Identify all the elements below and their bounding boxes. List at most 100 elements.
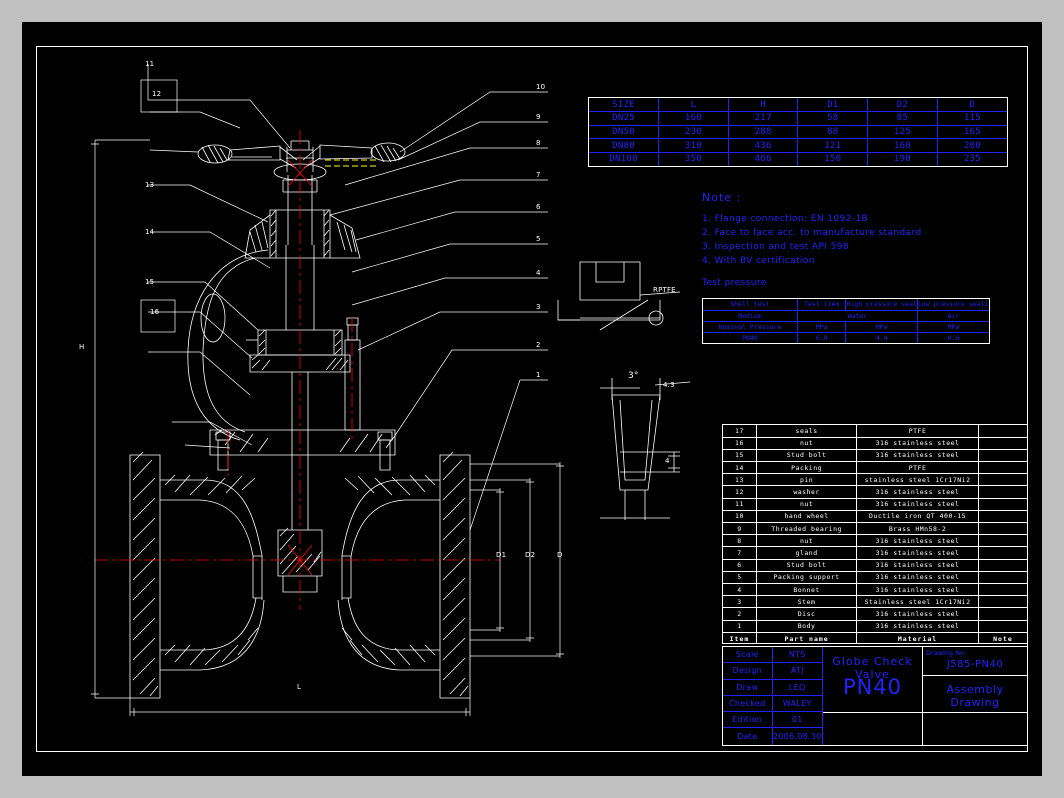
dimension-label-D: D: [557, 551, 563, 559]
size-table-cell: 58: [797, 111, 869, 126]
title-block: Scale NTS Design ATJ Draw LEQ Checked WALEY Edit…: [722, 646, 1028, 746]
parts-list-cell-mat: 316 stainless steel: [856, 497, 979, 511]
title-block-field-value: LEQ: [788, 682, 806, 692]
title-block-field-key: Edition: [723, 712, 773, 728]
parts-list-cell-item: 14: [723, 461, 757, 475]
seat-width-label: 4.3: [663, 381, 675, 389]
parts-list-cell-note: [977, 448, 1027, 463]
seat-material-label: RPTFE: [653, 286, 676, 294]
parts-list-cell-mat: 316 stainless steel: [856, 485, 979, 499]
callout-number-11: 11: [145, 60, 155, 68]
callout-number-10: 10: [536, 83, 546, 91]
test-pressure-cell: Air: [916, 309, 989, 322]
size-table-header-4: D2: [867, 98, 938, 113]
size-table-row: DN80 310 436 121 160 200: [589, 138, 1007, 153]
parts-list-cell-name: hand wheel: [755, 509, 858, 524]
parts-list-cell-name: nut: [755, 497, 858, 511]
title-block-field-key: Scale: [723, 647, 773, 663]
parts-list-cell-item: 17: [723, 425, 757, 438]
title-block-field-key: Date: [723, 728, 773, 745]
table-row: 12 washer 316 stainless steel: [723, 485, 1027, 499]
table-row: 2 Disc 316 stainless steel: [723, 607, 1027, 621]
size-table-cell: 160: [867, 138, 938, 153]
parts-list-cell-mat: Stainless steel 1Cr17Ni2: [856, 595, 979, 609]
dimension-label-L: L: [297, 683, 302, 691]
title-block-field-key: Design: [723, 663, 773, 679]
title-block-product: Globe Check Valve PN40: [823, 647, 923, 745]
notes-lines: 1. Flange connection: EN 1092-1B 2. Face …: [702, 213, 1002, 267]
parts-list-cell-item: 6: [723, 558, 757, 572]
title-block-field-value: NTS: [788, 650, 806, 660]
size-table-cell: 350: [658, 151, 729, 166]
table-row: 4 Bonnet 316 stainless steel: [723, 582, 1027, 597]
size-table-header-2: H: [727, 98, 799, 113]
parts-list-header-2: Material: [856, 631, 979, 645]
parts-list-cell-mat: 316 stainless steel: [856, 619, 979, 633]
table-row: 1 Body 316 stainless steel: [723, 619, 1027, 633]
title-block-row: Draw LEQ: [723, 679, 822, 696]
test-pressure-cell: Medium: [703, 309, 798, 322]
parts-list-cell-mat: Ductile iron QT 400-15: [856, 509, 979, 524]
table-row: 9 Threaded bearing Brass HMn58-2: [723, 521, 1027, 536]
parts-list-cell-mat: 316 stainless steel: [856, 448, 979, 463]
size-table-header-1: L: [658, 98, 729, 113]
size-table-cell: 125: [867, 124, 938, 140]
test-pressure-label: Test pressure: [702, 278, 767, 288]
test-pressure-header-1: Test item: [796, 299, 847, 311]
parts-list-cell-note: [977, 485, 1027, 499]
parts-list-cell-name: Body: [755, 619, 858, 633]
title-block-field-value: ATJ: [790, 666, 804, 676]
size-table-cell: 121: [797, 138, 869, 153]
size-table-cell: 310: [658, 138, 729, 153]
test-pressure-header-row: Shell testTest itemHigh pressure sealing…: [703, 299, 989, 311]
size-table-cell: DN50: [589, 124, 660, 140]
drawing-type: Assembly Drawing: [946, 683, 1004, 709]
drawing-info-divider-2: [923, 712, 1027, 713]
parts-list-cell-item: 2: [723, 607, 757, 621]
size-table-cell: 165: [936, 124, 1007, 140]
test-pressure-row: PN40 6.0 4.4 0.6: [703, 331, 989, 343]
test-pressure-table-container: Shell testTest itemHigh pressure sealing…: [702, 298, 990, 344]
test-pressure-cell: 6.0: [796, 331, 847, 343]
parts-list-cell-name: Stem: [755, 595, 858, 609]
test-pressure-cell: MPa: [916, 320, 989, 333]
size-table-cell: 436: [727, 138, 799, 153]
test-pressure-header-3: Low pressure sealing test: [916, 299, 989, 311]
seat-depth-label: 4: [665, 457, 670, 465]
test-pressure-cell: PN40: [703, 331, 798, 343]
size-table-cell: 160: [658, 111, 729, 126]
size-table-cell: 85: [867, 111, 938, 126]
parts-list-cell-note: [977, 461, 1027, 475]
size-table-body: SIZE L H D1 D2 D DN25 160 217 58 85 115 DN50 230 288 88…: [589, 98, 1007, 166]
callout-number-3: 3: [536, 303, 541, 311]
parts-list-cell-name: pin: [755, 473, 858, 487]
size-table-cell: 200: [936, 138, 1007, 153]
title-block-drawing-info: Drawing No. J585-PN40 Assembly Drawing: [923, 647, 1027, 745]
parts-list-cell-name: Packing: [755, 461, 858, 475]
size-table-header-5: D: [936, 98, 1007, 113]
table-row: 15 Stud bolt 316 stainless steel: [723, 448, 1027, 463]
size-table-cell: DN100: [589, 151, 660, 166]
parts-list-cell-note: [977, 570, 1027, 584]
size-table-header-row: SIZE L H D1 D2 D: [589, 98, 1007, 113]
title-block-field-value: 01: [791, 715, 803, 725]
note-line: 2. Face to face acc. to manufacture stan…: [702, 228, 922, 238]
parts-list-cell-name: Bonnet: [755, 582, 858, 597]
parts-list-cell-mat: Brass HMn58-2: [856, 521, 979, 536]
note-line: 3. Inspection and test API 598: [702, 242, 850, 252]
size-table-cell: 115: [936, 111, 1007, 126]
title-block-field-value: 2006.08.30: [772, 732, 822, 742]
parts-list-cell-note: [977, 509, 1027, 524]
callout-number-6: 6: [536, 203, 541, 211]
table-row: 8 nut 316 stainless steel: [723, 534, 1027, 548]
notes-block: Note : 1. Flange connection: EN 1092-1B 2…: [702, 192, 1002, 289]
size-table-header-3: D1: [797, 98, 869, 113]
parts-list-cell-mat: 316 stainless steel: [856, 582, 979, 597]
test-pressure-header-2: High pressure sealing test: [845, 299, 918, 311]
parts-list-cell-name: nut: [755, 534, 858, 548]
table-row: 5 Packing support 316 stainless steel: [723, 570, 1027, 584]
parts-list-cell-name: washer: [755, 485, 858, 499]
parts-list-cell-name: seals: [755, 425, 858, 438]
test-pressure-cell: 0.6: [916, 331, 989, 343]
parts-list-cell-note: [977, 558, 1027, 572]
